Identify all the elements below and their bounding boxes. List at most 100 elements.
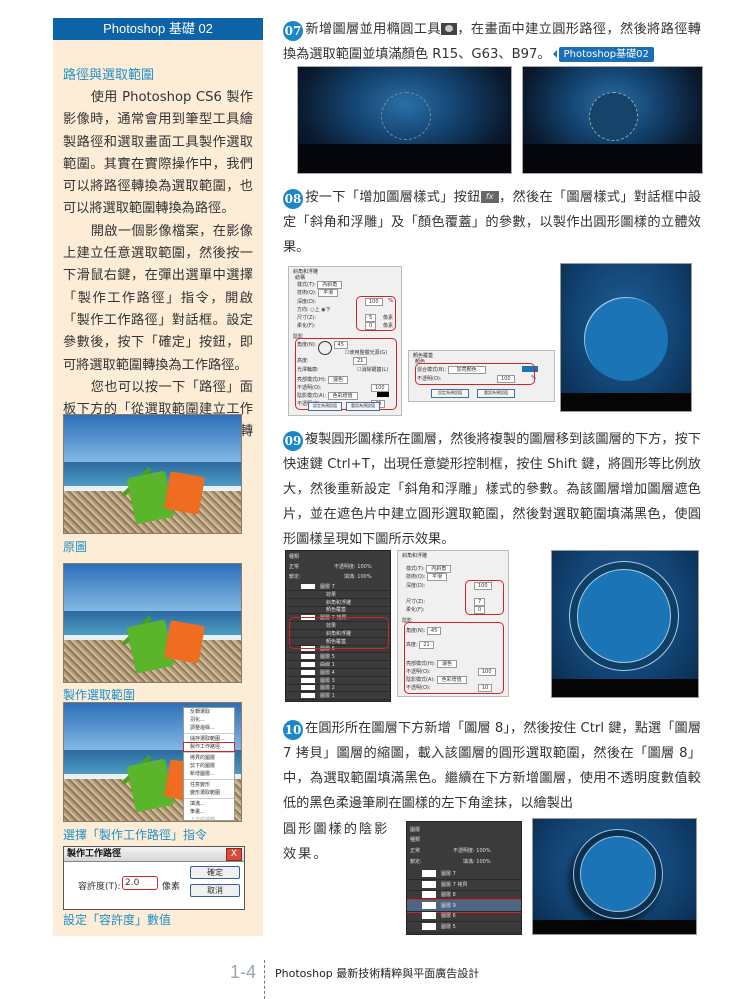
book-title: Photoshop 最新技術精粹與平面廣告設計 xyxy=(275,967,480,980)
tolerance-input[interactable]: 2.0 xyxy=(122,876,158,890)
layer-row[interactable]: 圖層 2 xyxy=(286,684,390,693)
layer-name: 圖層 8 xyxy=(441,892,456,898)
menu-item[interactable]: 上次的濾鏡 xyxy=(184,816,234,821)
ok-button[interactable]: 確定 xyxy=(190,866,240,879)
reference-tag: Photoshop基礎02 xyxy=(552,47,654,62)
lock-label: 鎖定: xyxy=(410,859,422,865)
layer-thumbnail[interactable] xyxy=(422,912,436,919)
layer-filter[interactable]: 種類 xyxy=(410,836,420,843)
caption-context-menu: 選擇「製作工作路徑」指令 xyxy=(63,828,208,842)
sidebar-panel: Photoshop 基礎 02 路徑與選取範圍 使用 Photoshop CS6… xyxy=(53,18,263,936)
blend-mode-select[interactable]: 正常 xyxy=(410,847,420,854)
menu-item[interactable]: 羽化... xyxy=(184,716,234,724)
step-text: 按一下「增加圖層樣式」按鈕 xyxy=(305,190,481,205)
ellipse-tool-icon xyxy=(440,23,457,35)
page-number: 1-4 xyxy=(230,962,257,982)
layer-thumbnail[interactable] xyxy=(422,870,436,877)
step-08: 08 按一下「增加圖層樣式」按鈕 fx ，然後在「圖層樣式」對話框中設定「斜角和浮雕」… xyxy=(283,185,701,260)
blend-mode-select[interactable]: 正常 xyxy=(289,563,299,570)
layer-name: 圖層 4 xyxy=(320,669,335,676)
layer-row[interactable]: 圖層 5 xyxy=(407,921,521,933)
style-select[interactable]: 內斜角 xyxy=(426,565,452,573)
layer-thumbnail[interactable] xyxy=(301,584,315,589)
original-photo xyxy=(63,414,242,534)
technique-row[interactable]: 技術(Q): 平滑 xyxy=(297,289,393,297)
inner-circle xyxy=(577,569,671,663)
layer-row[interactable]: 圖層 4 xyxy=(286,669,390,677)
step-text: 新增圖層並用橢圓工具 xyxy=(305,22,441,37)
highlight-box xyxy=(295,338,397,410)
layer-thumbnail[interactable] xyxy=(422,891,436,898)
style-row[interactable]: 樣式(T): 內斜角 xyxy=(406,565,500,573)
make-work-path-dialog: 製作工作路徑 X 容許度(T): 2.0 像素 確定 取消 xyxy=(63,846,245,910)
layer-thumbnail[interactable] xyxy=(301,669,315,675)
menu-separator xyxy=(184,733,234,734)
layer-row[interactable]: 顏色覆蓋 xyxy=(286,606,390,615)
layers-panel: 種類 正常 不透明度: 100% 鎖定: 填滿: 100% 圖層 7 效果 斜角和浮… xyxy=(285,550,391,702)
layer-filter[interactable]: 種類 xyxy=(289,553,299,560)
layer-thumbnail[interactable] xyxy=(422,901,436,909)
layer-thumbnail[interactable] xyxy=(301,677,315,683)
lock-label: 鎖定: xyxy=(289,574,301,580)
layer-name: 圖層 7 xyxy=(320,584,335,590)
reset-default-button[interactable]: 重設為預設值 xyxy=(477,389,515,398)
menu-item[interactable]: 反轉選取 xyxy=(184,708,234,716)
caption-tolerance: 設定「容許度」數值 xyxy=(63,913,172,927)
filled-circle xyxy=(589,92,638,141)
layer-row[interactable]: 圖層 1 xyxy=(286,692,390,701)
layer-name: 圖層 7 拷貝 xyxy=(441,881,468,888)
technique-row[interactable]: 技術(Q): 平滑 xyxy=(406,573,500,581)
context-menu-photo: 反轉選取 羽化... 調整邊緣... 儲存選取範圍... 製作工作路徑... 拷… xyxy=(63,702,242,822)
menu-item[interactable]: 調整邊緣... xyxy=(184,724,234,732)
menu-item-make-work-path[interactable]: 製作工作路徑... xyxy=(183,742,235,752)
layer-row[interactable]: 曲線 1 xyxy=(286,661,390,669)
menu-item[interactable]: 填滿... xyxy=(184,800,234,808)
panel-title[interactable]: 圖層 xyxy=(410,826,420,833)
layer-opacity[interactable]: 不透明度: 100% xyxy=(334,563,372,570)
cancel-button[interactable]: 取消 xyxy=(190,884,240,897)
menu-item[interactable]: 儲存選取範圍... xyxy=(184,735,234,743)
layer-thumbnail[interactable] xyxy=(422,880,436,888)
style-select[interactable]: 內斜角 xyxy=(317,281,343,289)
layer-row[interactable]: 圖層 5 xyxy=(286,653,390,662)
style-row[interactable]: 樣式(T): 內斜角 xyxy=(297,281,393,289)
sidebar-subtitle: 路徑與選取範圍 xyxy=(63,68,155,83)
layer-row[interactable]: 圖層 7 xyxy=(286,583,390,591)
menu-item[interactable]: 拷貝的圖層 xyxy=(184,754,234,762)
menu-item[interactable]: 筆畫... xyxy=(184,808,234,816)
layer-fill[interactable]: 填滿: 100% xyxy=(463,858,491,865)
menu-item[interactable]: 新增圖層... xyxy=(184,770,234,778)
layer-thumbnail[interactable] xyxy=(301,685,315,691)
footer-divider xyxy=(264,960,265,999)
shadow-result-image xyxy=(532,818,697,935)
menu-item[interactable]: 變形選取範圍 xyxy=(184,789,234,797)
layer-row[interactable]: 斜角和浮雕 xyxy=(286,599,390,607)
layer-fill[interactable]: 填滿: 100% xyxy=(344,573,372,580)
sidebar-paragraph: 使用 Photoshop CS6 製作影像時，通常會用到筆型工具繪製路徑和選取畫… xyxy=(63,90,253,217)
menu-item[interactable]: 任意變形 xyxy=(184,781,234,789)
sidebar-paragraph: 開啟一個影像檔案，在影像上建立任意選取範圍，然後按一下滑鼠右鍵，在彈出選單中選擇… xyxy=(63,223,253,373)
layer-name: 圖層 9 xyxy=(441,902,456,909)
menu-item[interactable]: 剪下的圖層 xyxy=(184,762,234,770)
inner-circle xyxy=(580,836,656,912)
layer-thumbnail[interactable] xyxy=(301,654,315,660)
make-default-button[interactable]: 設定為預設值 xyxy=(308,402,342,411)
layer-opacity[interactable]: 不透明度: 100% xyxy=(453,847,491,854)
close-icon[interactable]: X xyxy=(226,848,242,861)
layer-thumbnail[interactable] xyxy=(301,693,315,699)
highlight-box xyxy=(289,617,389,649)
tolerance-label: 容許度(T): xyxy=(78,882,121,892)
layer-thumbnail[interactable] xyxy=(301,662,315,667)
layer-thumbnail[interactable] xyxy=(422,922,436,930)
layer-row[interactable]: 圖層 3 xyxy=(286,677,390,685)
step-07: 07 新增圖層並用橢圓工具 ，在畫面中建立圓形路徑，然後將路徑轉換為選取範圍並填滿顏… xyxy=(283,17,701,67)
menu-separator xyxy=(184,798,234,799)
reset-default-button[interactable]: 重設為預設值 xyxy=(346,402,380,411)
highlight-box xyxy=(415,363,535,385)
technique-select[interactable]: 平滑 xyxy=(318,289,339,297)
layer-row[interactable]: 效果 xyxy=(286,591,390,599)
technique-select[interactable]: 平滑 xyxy=(427,573,448,581)
step-10: 10 在圓形所在圖層下方新增「圖層 8」，然後按住 Ctrl 鍵，點選「圖層 7 … xyxy=(283,716,701,816)
make-default-button[interactable]: 設定為預設值 xyxy=(431,389,469,398)
layer-name: 斜角和浮雕 xyxy=(326,599,352,606)
